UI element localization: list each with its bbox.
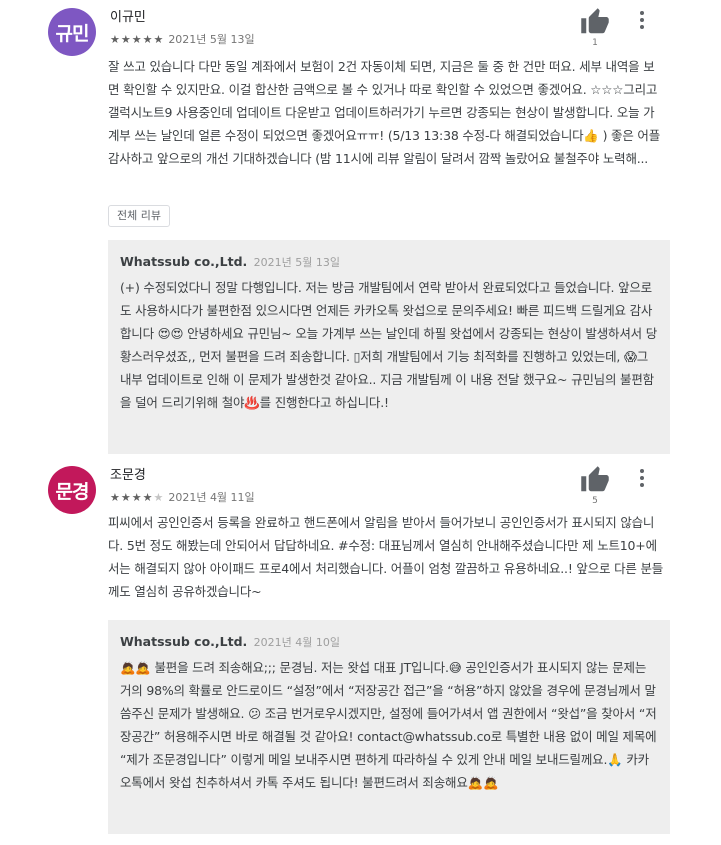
helpful-count: 1 [592, 38, 598, 48]
avatar: 문경 [48, 466, 96, 514]
full-review-button[interactable]: 전체 리뷰 [108, 205, 170, 227]
thumb-up-icon[interactable] [580, 465, 610, 495]
reply-date: 2021년 5월 13일 [253, 256, 341, 269]
developer-reply: Whatssub co.,Ltd. 2021년 5월 13일 (+) 수정되었다… [108, 240, 670, 454]
developer-reply: Whatssub co.,Ltd. 2021년 4월 10일 🙇🙇 불편을 드려… [108, 620, 670, 834]
reply-text: 🙇🙇 불편을 드려 죄송해요;;; 문경님. 저는 왓섭 대표 JT입니다.😅 … [120, 660, 657, 790]
developer-name: Whatssub co.,Ltd. [120, 634, 248, 649]
reply-date: 2021년 4월 10일 [253, 636, 341, 649]
thumb-up-icon[interactable] [580, 7, 610, 37]
review-meta: ★★★★★ 2021년 4월 11일 [110, 489, 255, 505]
review-meta: ★★★★★ 2021년 5월 13일 [110, 31, 255, 47]
rating-stars: ★★★★★ [110, 490, 165, 504]
review-author: 이규민 [110, 10, 146, 25]
review-body: 피씨에서 공인인증서 등록을 완료하고 핸드폰에서 알림을 받아서 들어가보니 … [108, 515, 664, 599]
review-date: 2021년 4월 11일 [168, 491, 255, 504]
avatar: 규민 [48, 8, 96, 56]
helpful-count: 5 [592, 496, 598, 506]
more-vert-icon[interactable] [633, 466, 651, 490]
more-vert-icon[interactable] [633, 8, 651, 32]
review-body: 잘 쓰고 있습니다 다만 동일 계좌에서 보험이 2건 자동이체 되면, 지금은… [108, 59, 660, 166]
reply-text: (+) 수정되었다니 정말 다행입니다. 저는 방금 개발팀에서 연락 받아서 … [120, 280, 657, 410]
review-author: 조문경 [110, 468, 146, 483]
review-date: 2021년 5월 13일 [168, 33, 255, 46]
developer-name: Whatssub co.,Ltd. [120, 254, 248, 269]
rating-stars: ★★★★★ [110, 32, 165, 46]
